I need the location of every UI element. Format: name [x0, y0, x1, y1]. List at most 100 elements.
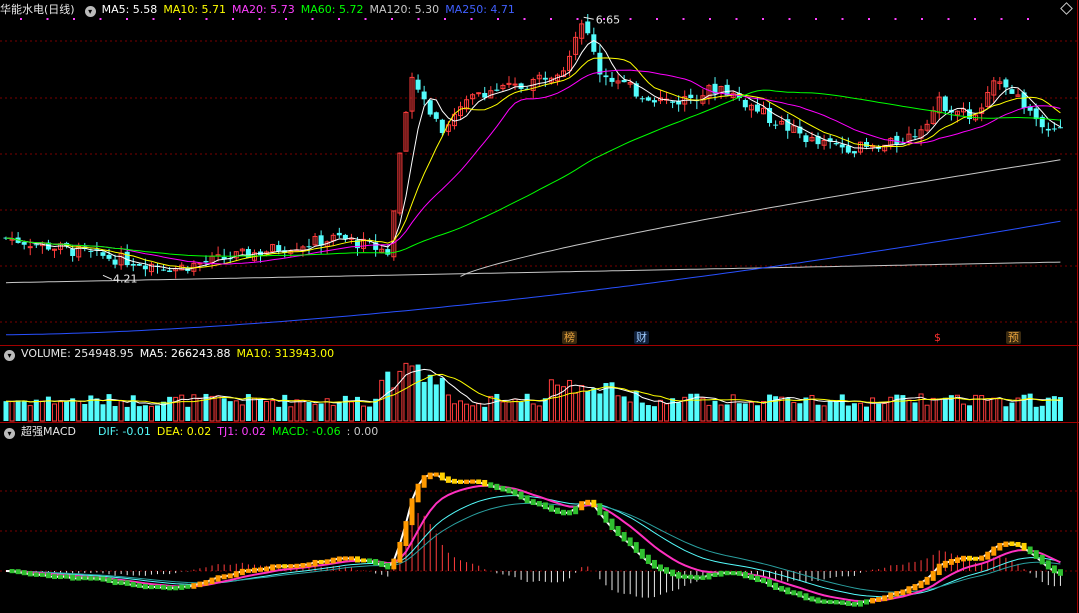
candle-up: [476, 92, 482, 95]
volume-bar-down: [797, 403, 803, 421]
macd-candle: [1051, 565, 1057, 574]
macd-candle: [409, 498, 415, 526]
volume-bar-down: [142, 405, 148, 421]
volume-bar-down: [342, 395, 348, 421]
marker-cai[interactable]: 财: [634, 331, 649, 344]
volume-bar-down: [597, 393, 603, 421]
candle-down: [276, 245, 282, 252]
macd-candle: [167, 585, 173, 591]
volume-bar-up: [451, 403, 457, 422]
marker-dot: [126, 18, 128, 20]
macd-candle: [421, 475, 427, 488]
macd-candle: [397, 541, 403, 563]
ma250-value: MA250: 4.71: [445, 3, 515, 16]
volume-bar-down: [439, 377, 445, 421]
marker-dot: [1027, 18, 1029, 20]
marker-yu[interactable]: 预: [1006, 331, 1021, 344]
volume-bar-down: [621, 396, 627, 421]
peak-pointer: [583, 16, 594, 20]
volume-bar-down: [336, 402, 342, 421]
macd-candle: [615, 525, 621, 537]
volume-bar-up: [506, 401, 512, 422]
macd-candle: [482, 479, 488, 487]
marker-dot: [444, 18, 446, 20]
volume-bar-up: [748, 401, 754, 422]
chevron-down-icon[interactable]: ▾: [4, 350, 15, 361]
volume-bar-up: [9, 401, 15, 422]
candle-down: [306, 246, 312, 248]
macd-candle: [118, 580, 124, 586]
main-header: 华能水电(日线) ▾ MA5: 5.58 MA10: 5.71 MA20: 5.73 MA…: [0, 2, 521, 18]
chevron-down-icon[interactable]: ▾: [4, 428, 15, 439]
macd-candle: [791, 590, 797, 596]
macd-candle: [718, 570, 724, 577]
volume-bar-up: [960, 403, 966, 422]
macd-candle: [639, 548, 645, 559]
macd-candle: [730, 571, 736, 576]
macd-candle: [870, 597, 876, 604]
volume-bar-down: [1033, 406, 1039, 421]
candle-down: [1051, 128, 1057, 130]
candle-down: [591, 34, 597, 52]
macd-candle: [724, 570, 730, 576]
marker-dollar[interactable]: $: [932, 331, 943, 344]
macd-candle: [670, 569, 676, 577]
macd-candle: [173, 585, 179, 591]
marker-dot: [232, 18, 234, 20]
marker-dot: [1000, 18, 1003, 20]
marker-dot: [391, 18, 393, 20]
volume-bar-down: [421, 381, 427, 421]
marker-bang[interactable]: 榜: [562, 331, 577, 344]
candle-down: [845, 145, 851, 153]
marker-dot: [788, 18, 791, 20]
volume-bar-up: [627, 401, 633, 422]
macd-candle: [748, 574, 754, 580]
macd-candle: [106, 577, 112, 583]
marker-dot: [921, 18, 923, 20]
marker-dot: [497, 18, 499, 20]
candle-down: [88, 250, 94, 252]
candle-down: [773, 124, 779, 126]
volume-bar-down: [1039, 405, 1045, 421]
candle-down: [639, 98, 645, 100]
macd-candle: [967, 555, 973, 561]
macd-candle: [676, 572, 682, 579]
volume-bar-up: [870, 397, 876, 422]
macd-candle: [882, 595, 888, 602]
macd-candle: [1057, 569, 1063, 576]
macd-candle: [1039, 554, 1045, 565]
macd-candle: [512, 489, 518, 496]
macd-title[interactable]: 超强MACD: [21, 425, 76, 438]
volume-bar-up: [391, 387, 397, 422]
candle-down: [203, 260, 209, 263]
volume-bar-up: [573, 392, 579, 422]
volume-bar-down: [185, 406, 191, 421]
macd-candle: [185, 584, 191, 589]
marker-dot: [947, 18, 950, 20]
macd-candle: [888, 592, 894, 600]
macd-candle: [100, 576, 106, 582]
macd-candle: [579, 501, 585, 511]
volume-bar-down: [482, 406, 488, 421]
macd-candle: [694, 575, 700, 580]
marker-dot: [550, 18, 552, 20]
stock-chart[interactable]: 6.65 4.21: [0, 0, 1079, 613]
macd-candle: [391, 558, 397, 570]
stock-title[interactable]: 华能水电(日线): [0, 3, 75, 16]
candle-down: [415, 79, 421, 90]
volume-bar-up: [488, 395, 494, 422]
macd-candle: [548, 505, 554, 512]
volume-bar-down: [82, 403, 88, 421]
marker-dot: [735, 18, 738, 20]
candle-down: [894, 135, 900, 145]
volume-bar-up: [458, 400, 463, 422]
marker-dot: [894, 18, 897, 20]
macd-candle: [445, 476, 451, 483]
candle-down: [621, 80, 627, 83]
volume-bar-down: [518, 402, 524, 421]
volume-bar-up: [548, 379, 554, 422]
volume-bar-up: [930, 397, 936, 422]
chevron-down-icon[interactable]: ▾: [84, 6, 96, 17]
volume-ma5-value: MA5: 266243.88: [139, 347, 231, 360]
marker-dot: [709, 18, 711, 20]
